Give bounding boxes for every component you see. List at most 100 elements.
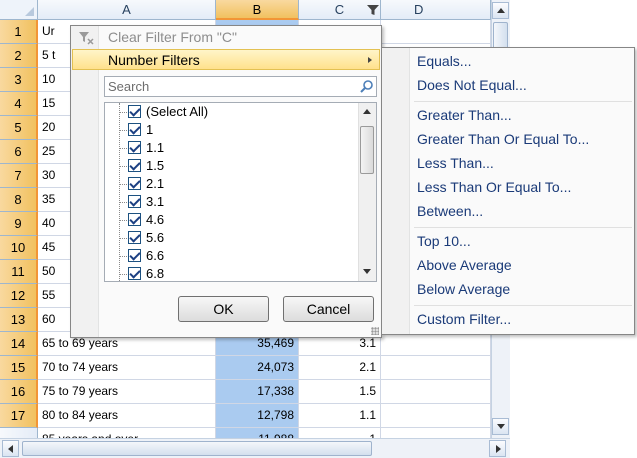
cell-a[interactable]: 75 to 79 years	[38, 380, 216, 404]
cell-b[interactable]: 12,798	[216, 404, 299, 428]
filter-value-label: (Select All)	[146, 104, 209, 119]
menu-item-greater-than[interactable]: Greater Than...	[417, 104, 512, 126]
cell-c[interactable]: 1.5	[299, 380, 381, 404]
list-scrollbar[interactable]	[358, 103, 376, 281]
checkbox-checked-icon[interactable]	[128, 177, 141, 190]
number-filters-item[interactable]: Number Filters	[72, 49, 380, 70]
filter-value-item[interactable]: 6.8	[105, 265, 355, 281]
filter-value-item[interactable]: 1	[105, 121, 355, 139]
select-all-corner[interactable]	[0, 0, 38, 20]
checkbox-checked-icon[interactable]	[128, 159, 141, 172]
resize-grip-icon[interactable]	[371, 327, 379, 335]
cell-d[interactable]	[381, 380, 491, 404]
cell-d[interactable]	[381, 332, 491, 356]
menu-separator	[414, 227, 632, 228]
tree-branch	[119, 220, 127, 221]
number-filters-label: Number Filters	[108, 52, 200, 68]
horizontal-scrollbar[interactable]	[0, 438, 510, 458]
row-header[interactable]: 15	[0, 356, 38, 380]
row-header[interactable]: 10	[0, 236, 38, 260]
checkbox-checked-icon[interactable]	[128, 105, 141, 118]
clear-filter-item[interactable]: Clear Filter From "C"	[72, 27, 380, 48]
row-header[interactable]: 4	[0, 92, 38, 116]
filter-value-item[interactable]: 1.5	[105, 157, 355, 175]
tree-branch	[119, 166, 127, 167]
checkbox-checked-icon[interactable]	[128, 123, 141, 136]
checkbox-checked-icon[interactable]	[128, 249, 141, 262]
checkbox-checked-icon[interactable]	[128, 195, 141, 208]
row-header[interactable]: 14	[0, 332, 38, 356]
row-header[interactable]: 9	[0, 212, 38, 236]
menu-item-above-average[interactable]: Above Average	[417, 254, 512, 276]
filter-value-item[interactable]: 1.1	[105, 139, 355, 157]
menu-separator	[414, 305, 632, 306]
filter-value-item[interactable]: 4.6	[105, 211, 355, 229]
menu-item-custom-filter[interactable]: Custom Filter...	[417, 308, 511, 330]
filter-value-label: 1	[146, 122, 154, 137]
tree-branch	[119, 148, 127, 149]
scroll-up-button[interactable]	[492, 2, 509, 19]
menu-item-greater-than-or-equal[interactable]: Greater Than Or Equal To...	[417, 128, 589, 150]
cell-b[interactable]: 17,338	[216, 380, 299, 404]
scroll-left-button[interactable]	[2, 440, 19, 457]
scroll-down-button[interactable]	[492, 418, 509, 435]
row-header[interactable]: 2	[0, 44, 38, 68]
row-header[interactable]: 5	[0, 116, 38, 140]
row-header[interactable]: 6	[0, 140, 38, 164]
tree-branch	[119, 130, 127, 131]
tree-branch	[119, 256, 127, 257]
row-header[interactable]: 17	[0, 404, 38, 428]
cell-d[interactable]	[381, 356, 491, 380]
menu-item-less-than[interactable]: Less Than...	[417, 152, 494, 174]
row-header[interactable]: 16	[0, 380, 38, 404]
filter-value-label: 3.1	[146, 194, 165, 209]
cell-a[interactable]: 80 to 84 years	[38, 404, 216, 428]
menu-item-below-average[interactable]: Below Average	[417, 278, 510, 300]
cell-b[interactable]: 24,073	[216, 356, 299, 380]
menu-item-equals[interactable]: Equals...	[417, 50, 471, 72]
list-scroll-thumb[interactable]	[360, 126, 374, 174]
row-header[interactable]: 8	[0, 188, 38, 212]
menu-gutter	[71, 26, 99, 337]
column-header-d[interactable]: D	[381, 0, 491, 20]
menu-item-does-not-equal[interactable]: Does Not Equal...	[417, 74, 527, 96]
horizontal-scroll-thumb[interactable]	[22, 441, 372, 456]
filter-value-item[interactable]: 5.6	[105, 229, 355, 247]
filter-funnel-icon[interactable]	[366, 3, 380, 17]
filter-value-item[interactable]: 6.6	[105, 247, 355, 265]
filter-value-label: 1.5	[146, 158, 165, 173]
cell-d[interactable]	[381, 404, 491, 428]
row-header[interactable]: 3	[0, 68, 38, 92]
checkbox-checked-icon[interactable]	[128, 267, 141, 280]
row-header[interactable]: 7	[0, 164, 38, 188]
column-header-b[interactable]: B	[216, 0, 299, 20]
row-header[interactable]: 12	[0, 284, 38, 308]
menu-item-less-than-or-equal[interactable]: Less Than Or Equal To...	[417, 176, 571, 198]
column-header-a[interactable]: A	[38, 0, 216, 20]
checkbox-checked-icon[interactable]	[128, 231, 141, 244]
menu-item-top-10[interactable]: Top 10...	[417, 230, 471, 252]
filter-value-label: 6.6	[146, 248, 165, 263]
scroll-right-button[interactable]	[489, 440, 506, 457]
row-header[interactable]: 13	[0, 308, 38, 332]
cell-d[interactable]	[381, 20, 491, 44]
ok-button[interactable]: OK	[178, 296, 269, 322]
cell-c[interactable]: 1.1	[299, 404, 381, 428]
arrow-down-icon	[496, 424, 505, 429]
menu-item-between[interactable]: Between...	[417, 200, 483, 222]
cell-a[interactable]: 70 to 74 years	[38, 356, 216, 380]
filter-value-item[interactable]: (Select All)	[105, 103, 355, 121]
search-icon	[360, 80, 373, 93]
clear-filter-icon	[79, 32, 94, 45]
filter-value-item[interactable]: 3.1	[105, 193, 355, 211]
checkbox-checked-icon[interactable]	[128, 141, 141, 154]
checkbox-checked-icon[interactable]	[128, 213, 141, 226]
search-input[interactable]: Search	[104, 76, 377, 97]
cell-c[interactable]: 2.1	[299, 356, 381, 380]
row-header[interactable]: 1	[0, 20, 38, 44]
cancel-button[interactable]: Cancel	[283, 296, 374, 322]
filter-value-item[interactable]: 2.1	[105, 175, 355, 193]
list-scroll-down-button[interactable]	[359, 264, 375, 280]
row-header[interactable]: 11	[0, 260, 38, 284]
list-scroll-up-button[interactable]	[359, 104, 375, 120]
